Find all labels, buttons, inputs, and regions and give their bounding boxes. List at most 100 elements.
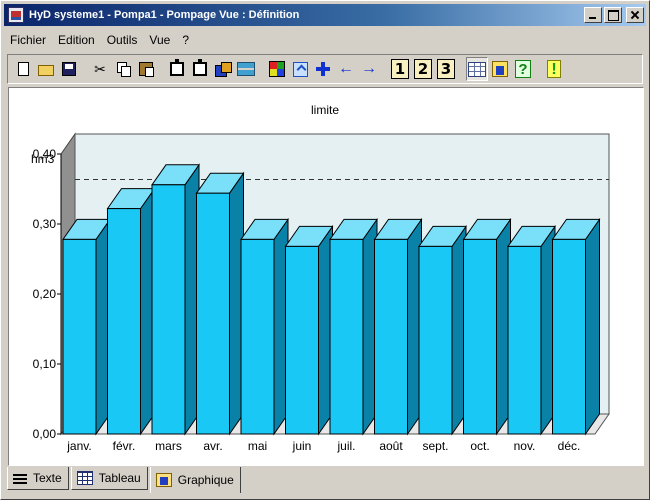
table-icon <box>76 471 93 485</box>
y-tick-label: 0,00 <box>33 427 57 441</box>
chart-title: limite <box>311 103 339 117</box>
y-axis-unit: hm3 <box>31 152 55 166</box>
chart-panel: 0,00 0,10 0,20 0,30 0,40 hm3 limite janv. févr. m… <box>8 87 644 466</box>
bar <box>151 184 186 435</box>
view-3-icon: 3 <box>437 59 455 79</box>
color-button[interactable] <box>266 57 288 81</box>
bar <box>240 238 275 435</box>
x-tick-label: oct. <box>470 439 489 453</box>
app-window: HyD systeme1 - Pompa1 - Pompage Vue : Dé… <box>0 0 650 500</box>
cut-button[interactable]: ✂ <box>89 57 111 81</box>
view-2-button[interactable]: 2 <box>412 57 434 81</box>
arrow-right-icon: → <box>361 60 377 77</box>
swap-icon <box>237 62 255 76</box>
menu-bar: Fichier Edition Outils Vue ? <box>4 30 195 50</box>
title-bar[interactable]: HyD systeme1 - Pompa1 - Pompage Vue : Dé… <box>4 4 646 26</box>
y-tick-label: 0,30 <box>33 217 57 231</box>
bar <box>552 238 586 435</box>
zoom-fit-icon <box>292 61 308 77</box>
bar <box>418 245 453 435</box>
x-tick-label: janv. <box>66 439 91 453</box>
add-button[interactable] <box>312 57 334 81</box>
bar <box>107 208 141 435</box>
app-icon[interactable] <box>8 7 24 23</box>
save-button[interactable] <box>58 57 80 81</box>
help-button[interactable]: ? <box>512 57 534 81</box>
next-button[interactable]: → <box>358 57 380 81</box>
bar-chart-icon <box>155 473 172 487</box>
bar <box>374 238 408 435</box>
x-tick-label: juin <box>292 439 312 453</box>
toolbar: ✂ ← → 1 2 3 ? ! <box>7 54 643 84</box>
swap-button[interactable] <box>235 57 257 81</box>
maximize-button[interactable] <box>604 7 622 23</box>
alert-icon: ! <box>547 60 561 78</box>
paste-button[interactable] <box>135 57 157 81</box>
open-button[interactable] <box>35 57 57 81</box>
bar <box>196 192 230 435</box>
bar-chart: 0,000,100,200,300,40hm3limitejanv. févr. m… <box>31 103 610 453</box>
cut-scissors-icon: ✂ <box>94 61 106 77</box>
help-icon: ? <box>515 60 531 78</box>
color-quad-icon <box>269 61 285 77</box>
chart-view-button[interactable] <box>489 57 511 81</box>
frame-button[interactable] <box>166 57 188 81</box>
zoom-fit-button[interactable] <box>289 57 311 81</box>
x-tick-label: nov. <box>514 439 536 453</box>
add-plus-icon <box>316 62 330 76</box>
x-tick-label: sept. <box>422 439 448 453</box>
minimize-button[interactable] <box>584 7 602 23</box>
x-tick-label: févr. <box>113 439 136 453</box>
tab-graphique[interactable]: Graphique <box>149 467 241 493</box>
view-2-icon: 2 <box>414 59 432 79</box>
view-1-icon: 1 <box>391 59 409 79</box>
new-button[interactable] <box>12 57 34 81</box>
menu-vue[interactable]: Vue <box>143 33 176 47</box>
view-3-button[interactable]: 3 <box>435 57 457 81</box>
tab-graphique-label: Graphique <box>177 473 234 487</box>
alert-button[interactable]: ! <box>543 57 565 81</box>
frame-icon <box>170 59 184 76</box>
chart-view-icon <box>492 61 508 77</box>
x-tick-label: juil. <box>336 439 355 453</box>
copy-button[interactable] <box>112 57 134 81</box>
bar-side <box>585 217 600 436</box>
stack-icon <box>215 61 232 77</box>
arrow-left-icon: ← <box>338 60 354 77</box>
view-tabs: Texte Tableau Graphique <box>7 467 243 493</box>
bar <box>463 238 497 435</box>
table-view-button[interactable] <box>466 57 488 81</box>
tab-tableau-label: Tableau <box>98 471 141 485</box>
x-tick-label: mai <box>248 439 267 453</box>
bar <box>62 238 97 435</box>
paste-icon <box>139 62 154 77</box>
menu-edition[interactable]: Edition <box>52 33 101 47</box>
save-disk-icon <box>62 62 76 76</box>
menu-help[interactable]: ? <box>176 33 195 47</box>
x-tick-label: mars <box>155 439 182 453</box>
open-folder-icon <box>38 65 54 76</box>
view-1-button[interactable]: 1 <box>389 57 411 81</box>
new-document-icon <box>17 62 29 76</box>
close-button[interactable] <box>626 7 644 23</box>
x-tick-label: déc. <box>558 439 581 453</box>
x-tick-label: avr. <box>203 439 222 453</box>
stack-button[interactable] <box>212 57 234 81</box>
bar <box>507 245 542 435</box>
tab-texte-label: Texte <box>33 471 62 485</box>
bar <box>285 245 319 435</box>
frame-select-icon <box>193 59 207 76</box>
tab-texte[interactable]: Texte <box>7 467 69 490</box>
previous-button[interactable]: ← <box>335 57 357 81</box>
window-title: HyD systeme1 - Pompa1 - Pompage Vue : Dé… <box>29 9 300 21</box>
table-view-icon <box>468 61 486 77</box>
y-tick-label: 0,20 <box>33 287 57 301</box>
menu-outils[interactable]: Outils <box>101 33 144 47</box>
y-tick-label: 0,10 <box>33 357 57 371</box>
x-tick-label: août <box>379 439 403 453</box>
tab-tableau[interactable]: Tableau <box>70 467 148 490</box>
menu-fichier[interactable]: Fichier <box>4 33 52 47</box>
bar <box>329 238 364 435</box>
frame-select-button[interactable] <box>189 57 211 81</box>
text-lines-icon <box>13 472 27 484</box>
